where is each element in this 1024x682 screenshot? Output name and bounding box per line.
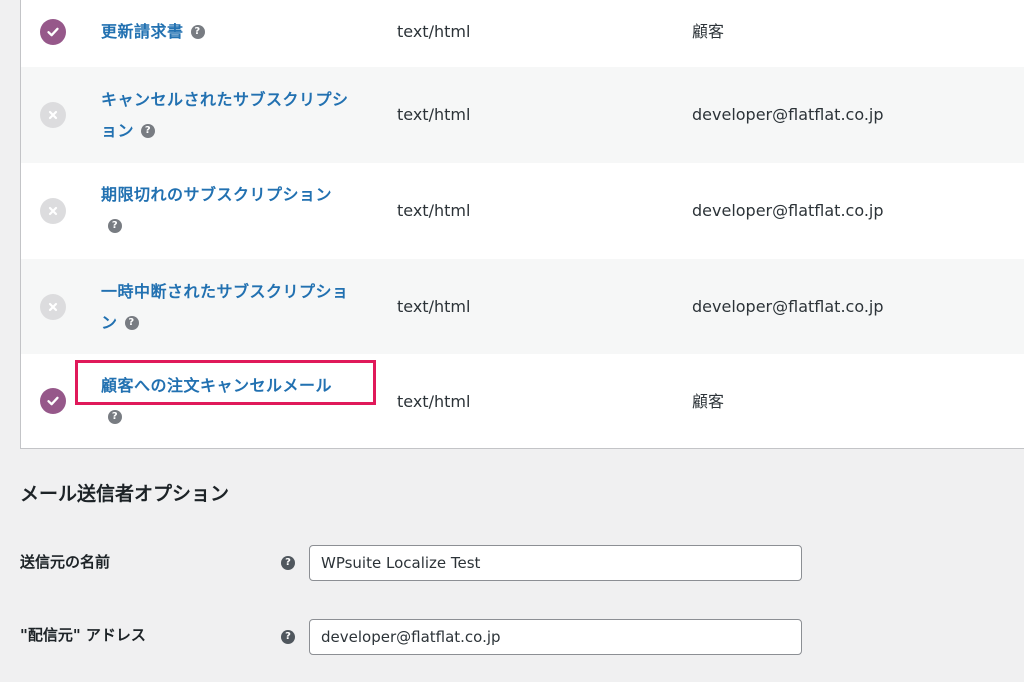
email-name-block: 顧客への注文キャンセルメール ? [101,370,376,432]
email-name-link-cont[interactable]: ン [101,313,118,332]
email-name: 更新請求書? [101,16,376,47]
content-type: text/html [397,392,471,411]
recipient: developer@flatflat.co.jp [692,297,884,316]
check-circle-icon[interactable] [40,388,66,414]
from-address-input[interactable] [309,619,802,655]
from-name-input[interactable] [309,545,802,581]
question-circle-icon[interactable]: ? [190,24,205,39]
content-type: text/html [397,297,471,316]
email-name-block: キャンセルされたサブスクリプシ ョン? [101,84,376,146]
table-row: 期限切れのサブスクリプション ? text/html developer@fla… [21,163,1024,259]
section-title: メール送信者オプション [20,483,230,505]
email-settings-page: 更新請求書? text/html 顧客 キャンセルされたサブスクリプシ ョン? … [0,0,1024,682]
content-type: text/html [397,105,471,124]
from-address-label: "配信元" アドレス [20,626,146,644]
question-circle-icon[interactable]: ? [141,123,156,138]
email-name-block: 期限切れのサブスクリプション ? [101,179,376,241]
email-name-block: 一時中断されたサブスクリプショ ン? [101,276,376,338]
content-type: text/html [397,201,471,220]
recipient: developer@flatflat.co.jp [692,201,884,220]
recipient: 顧客 [692,22,725,41]
question-circle-icon[interactable]: ? [281,556,295,570]
email-name-link[interactable]: 一時中断されたサブスクリプショ [101,282,349,301]
question-circle-icon[interactable]: ? [124,315,139,330]
email-name-link[interactable]: 顧客への注文キャンセルメール [101,376,332,395]
table-row: 一時中断されたサブスクリプショ ン? text/html developer@f… [21,259,1024,354]
question-circle-icon[interactable]: ? [108,218,122,233]
table-row: キャンセルされたサブスクリプシ ョン? text/html developer@… [21,67,1024,163]
email-name-link-cont[interactable]: ョン [101,121,134,140]
email-name-link[interactable]: 更新請求書 [101,22,184,41]
recipient: developer@flatflat.co.jp [692,105,884,124]
email-notifications-table: 更新請求書? text/html 顧客 キャンセルされたサブスクリプシ ョン? … [20,0,1024,449]
table-row: 顧客への注文キャンセルメール ? text/html 顧客 [21,354,1024,448]
x-circle-icon[interactable] [40,294,66,320]
email-name-link[interactable]: 期限切れのサブスクリプション [101,185,332,204]
check-circle-icon[interactable] [40,19,66,45]
email-name-link[interactable]: キャンセルされたサブスクリプシ [101,90,349,109]
x-circle-icon[interactable] [40,102,66,128]
from-name-label: 送信元の名前 [20,553,111,571]
recipient: 顧客 [692,392,725,411]
question-circle-icon[interactable]: ? [108,409,122,424]
content-type: text/html [397,22,471,41]
x-circle-icon[interactable] [40,198,66,224]
table-row: 更新請求書? text/html 顧客 [21,0,1024,67]
question-circle-icon[interactable]: ? [281,630,295,644]
